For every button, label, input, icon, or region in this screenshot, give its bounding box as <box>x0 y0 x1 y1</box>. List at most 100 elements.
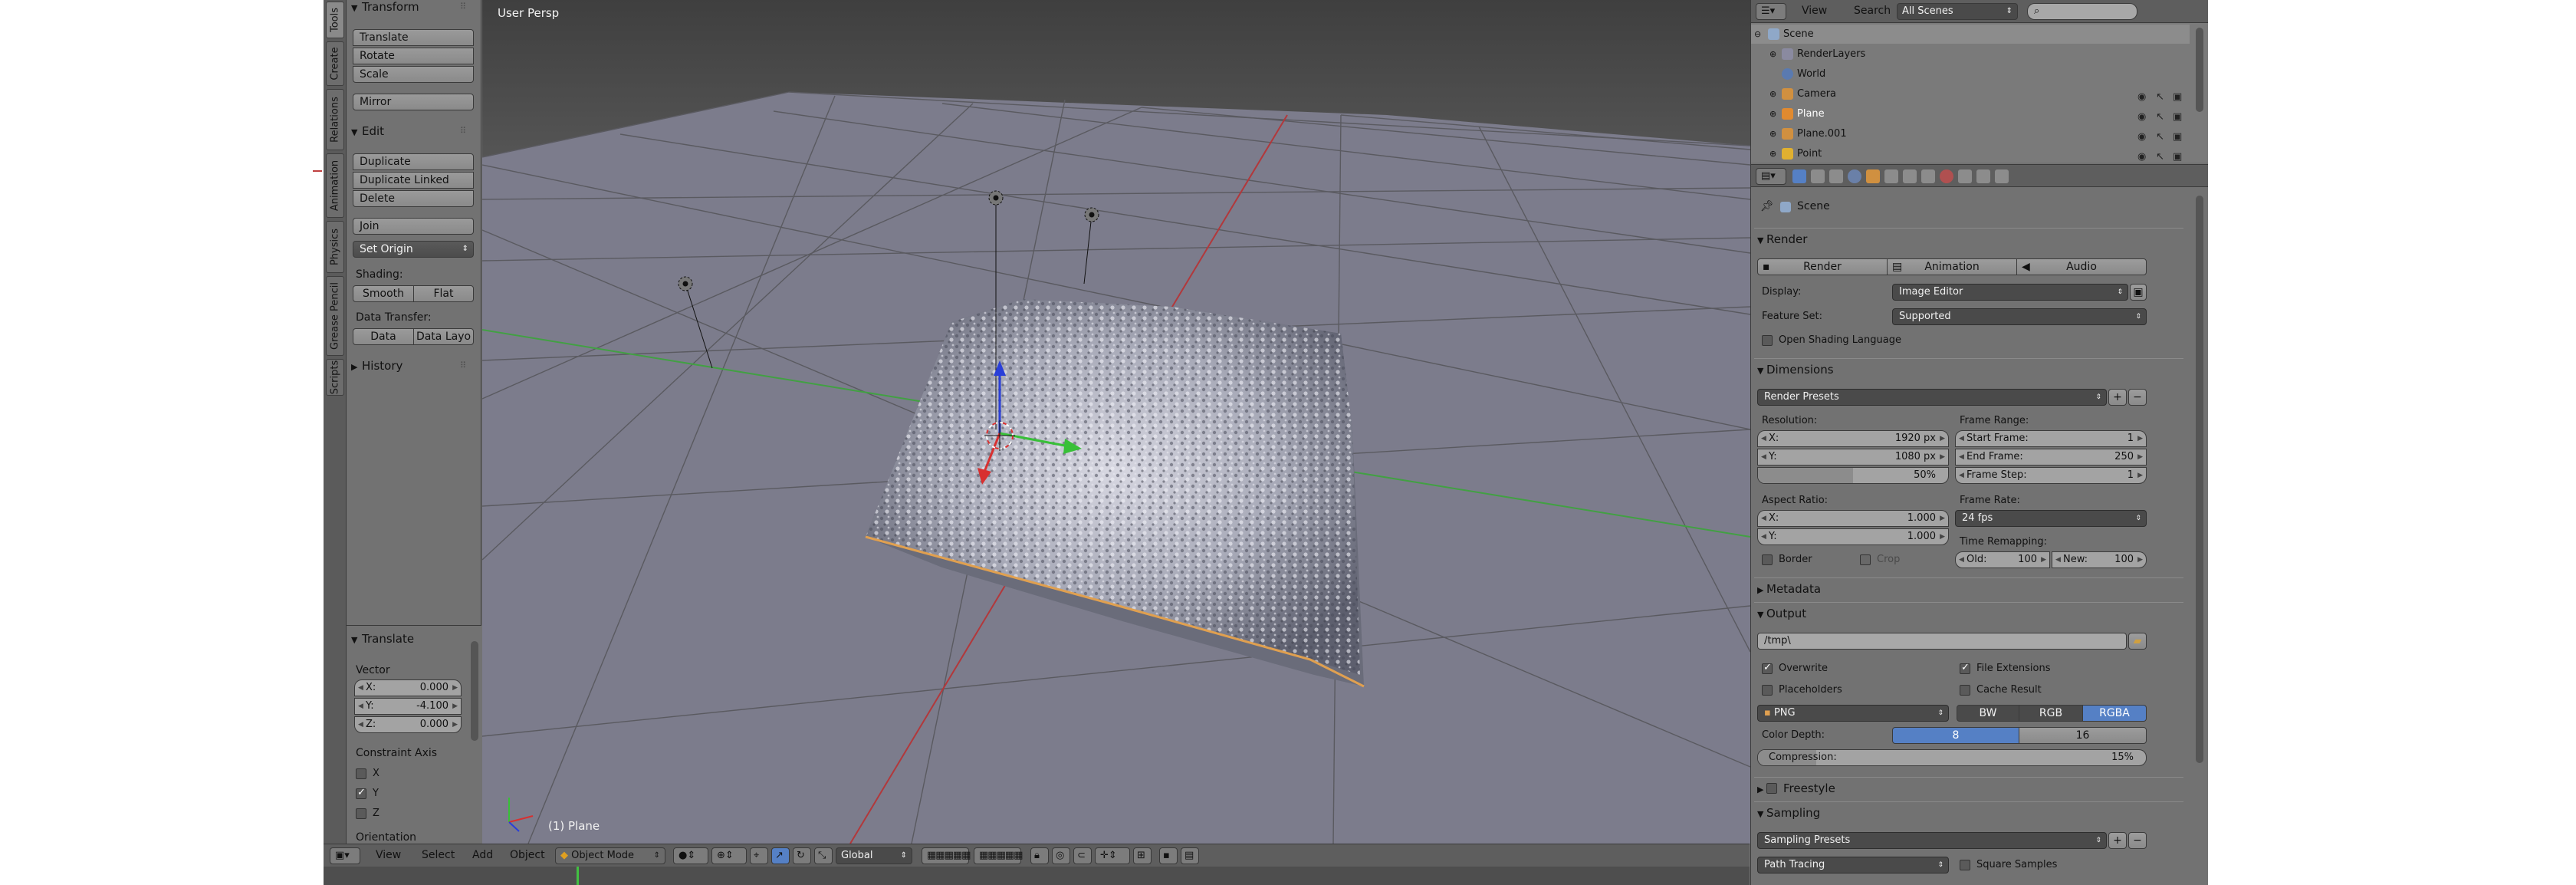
outliner-row-scene[interactable]: ⊖ Scene <box>1751 25 2190 44</box>
square-samples-checkbox[interactable] <box>1960 860 1970 870</box>
overwrite-checkbox[interactable] <box>1762 662 1773 674</box>
depth-16-button[interactable]: 16 <box>2019 727 2147 744</box>
crop-checkbox[interactable] <box>1860 554 1871 565</box>
add-menu[interactable]: Add <box>472 849 493 861</box>
properties-scrollbar[interactable] <box>2196 196 2203 763</box>
history-panel-header[interactable]: ▶ History <box>351 359 402 373</box>
physics-tab-icon[interactable] <box>1995 169 2009 183</box>
audio-button[interactable]: ◀ Audio <box>2016 258 2147 275</box>
editor-type-button[interactable]: ▤▾ <box>1756 168 1786 185</box>
proportional-edit-button[interactable]: ◎ <box>1052 847 1070 864</box>
aspect-x-field[interactable]: ◀ X: 1.000 ▶ <box>1757 510 1949 527</box>
view-menu[interactable]: View <box>376 849 401 861</box>
snap-element-button[interactable]: ✛⇕ <box>1095 847 1130 864</box>
outliner-row-plane-001[interactable]: ⊕ Plane.001 ◉ ↖ ▣ <box>1751 124 2190 143</box>
scene-tab-icon[interactable] <box>1829 169 1843 183</box>
outliner-row-world[interactable]: World <box>1751 64 2190 84</box>
color-rgba-button[interactable]: RGBA <box>2082 705 2147 722</box>
end-frame-field[interactable]: ◀ End Frame: 250 ▶ <box>1955 449 2147 466</box>
depth-8-button[interactable]: 8 <box>1892 727 2019 744</box>
render-panel-header[interactable]: ▼ Render <box>1754 228 2183 249</box>
current-frame-marker[interactable] <box>577 867 579 885</box>
layers-block-1[interactable]: ▦▦▦▦▦ <box>922 847 971 864</box>
tab-relations[interactable]: Relations <box>326 89 344 150</box>
3d-viewport[interactable]: User Persp (1) Plane <box>482 0 1750 844</box>
data-transfer-button[interactable]: Data <box>353 328 414 345</box>
time-new-field[interactable]: ◀ New: 100 ▶ <box>2052 551 2147 568</box>
osl-checkbox[interactable] <box>1762 335 1773 346</box>
viewport-shading-button[interactable]: ●⇕ <box>673 847 708 864</box>
resolution-percentage-slider[interactable]: 50% <box>1757 467 1949 484</box>
tab-grease-pencil[interactable]: Grease Pencil <box>326 276 344 356</box>
snap-target-button[interactable]: ⊞ <box>1133 847 1152 864</box>
tab-scripts[interactable]: Scripts <box>326 359 344 396</box>
frame-step-field[interactable]: ◀ Frame Step: 1 ▶ <box>1955 467 2147 484</box>
lock-icon-button[interactable]: 🔒︎ <box>1030 847 1049 864</box>
file-extensions-checkbox[interactable] <box>1960 662 1970 674</box>
outliner-scrollbar[interactable] <box>2196 28 2203 112</box>
constraint-z-checkbox[interactable] <box>356 808 366 819</box>
placeholders-checkbox[interactable] <box>1762 685 1773 696</box>
tab-physics[interactable]: Physics <box>326 221 344 273</box>
outliner-row-plane[interactable]: ⊕ Plane ◉ ↖ ▣ <box>1751 104 2190 123</box>
duplicate-button[interactable]: Duplicate <box>353 153 474 170</box>
scale-button[interactable]: Scale <box>353 66 474 83</box>
remove-preset-button[interactable]: − <box>2128 832 2147 849</box>
sampling-panel-header[interactable]: ▼ Sampling <box>1754 801 2183 823</box>
delete-button[interactable]: Delete <box>353 190 474 207</box>
color-bw-button[interactable]: BW <box>1957 705 2019 722</box>
metadata-panel-header[interactable]: ▶ Metadata <box>1754 577 2183 599</box>
cache-result-checkbox[interactable] <box>1960 685 1970 696</box>
animation-button[interactable]: ▤ Animation <box>1887 258 2017 275</box>
display-dropdown[interactable]: Image Editor ⇕ <box>1892 284 2128 301</box>
outliner-row-point[interactable]: ⊕ Point ◉ ↖ ▣ <box>1751 144 2190 163</box>
smooth-button[interactable]: Smooth <box>353 285 414 302</box>
vector-y-field[interactable]: ◀ Y: -4.100 ▶ <box>354 698 462 715</box>
outliner-search-input[interactable]: ⌕ <box>2027 3 2137 20</box>
render-tab-icon[interactable] <box>1792 169 1806 183</box>
add-preset-button[interactable]: + <box>2108 832 2127 849</box>
output-path-input[interactable]: /tmp\ <box>1757 633 2127 650</box>
outliner-row-camera[interactable]: ⊕ Camera ◉ ↖ ▣ <box>1751 84 2190 104</box>
render-layers-tab-icon[interactable] <box>1811 169 1825 183</box>
dimensions-panel-header[interactable]: ▼ Dimensions <box>1754 358 2183 380</box>
display-mode-dropdown[interactable]: All Scenes ⇕ <box>1897 3 2018 20</box>
start-frame-field[interactable]: ◀ Start Frame: 1 ▶ <box>1955 430 2147 447</box>
manipulator-toggle[interactable]: ⌖ <box>750 847 768 864</box>
pin-icon[interactable]: 📌︎ <box>1760 200 1774 212</box>
duplicate-linked-button[interactable]: Duplicate Linked <box>353 172 474 189</box>
edit-panel-header[interactable]: ▼ Edit <box>351 124 384 138</box>
aspect-y-field[interactable]: ◀ Y: 1.000 ▶ <box>1757 528 1949 545</box>
editor-type-button[interactable]: ☰▾ <box>1756 3 1786 20</box>
time-old-field[interactable]: ◀ Old: 100 ▶ <box>1955 551 2050 568</box>
border-checkbox[interactable] <box>1762 554 1773 565</box>
data-tab-icon[interactable] <box>1921 169 1935 183</box>
render-preview-button[interactable]: ▪ <box>1159 847 1178 864</box>
panel-grip-icon[interactable]: ⠿ <box>460 2 467 12</box>
modifiers-tab-icon[interactable] <box>1903 169 1917 183</box>
rotate-manipulator[interactable]: ↻ <box>793 847 811 864</box>
layers-block-2[interactable]: ▦▦▦▦▦ <box>974 847 1023 864</box>
frame-rate-dropdown[interactable]: 24 fps ⇕ <box>1955 510 2147 527</box>
vector-z-field[interactable]: ◀ Z: 0.000 ▶ <box>354 716 462 733</box>
lock-interface-button[interactable]: ▣ <box>2130 284 2147 301</box>
translate-button[interactable]: Translate <box>353 29 474 46</box>
constraints-tab-icon[interactable] <box>1884 169 1898 183</box>
snap-toggle[interactable]: ⊂ <box>1073 847 1092 864</box>
opengl-render-button[interactable]: ▤ <box>1181 847 1199 864</box>
editor-type-button[interactable]: ▣▾ <box>330 847 360 864</box>
output-panel-header[interactable]: ▼ Output <box>1754 602 2183 623</box>
viewport-canvas[interactable] <box>482 0 1750 844</box>
constraint-x-checkbox[interactable] <box>356 768 366 779</box>
panel-grip-icon[interactable]: ⠿ <box>460 126 467 136</box>
render-button[interactable]: ▪ Render <box>1757 258 1888 275</box>
color-rgb-button[interactable]: RGB <box>2019 705 2083 722</box>
operator-panel-header[interactable]: ▼ Translate <box>351 632 414 646</box>
freestyle-checkbox[interactable] <box>1766 783 1777 794</box>
vector-x-field[interactable]: ◀ X: 0.000 ▶ <box>354 679 462 696</box>
join-button[interactable]: Join <box>353 218 474 235</box>
texture-tab-icon[interactable] <box>1958 169 1972 183</box>
particles-tab-icon[interactable] <box>1976 169 1990 183</box>
remove-preset-button[interactable]: − <box>2128 389 2147 406</box>
mode-dropdown[interactable]: ◆ Object Mode ⇕ <box>555 847 665 864</box>
